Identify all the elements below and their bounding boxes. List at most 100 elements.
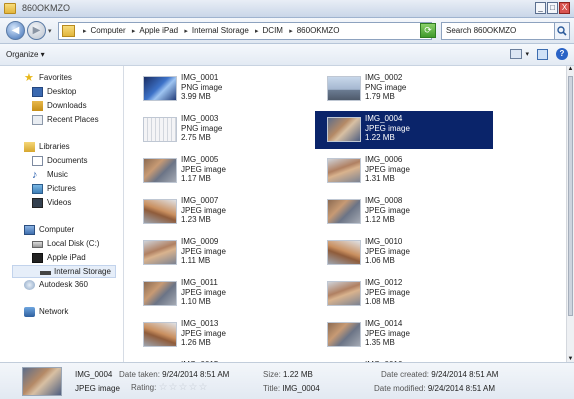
crumb-dcim[interactable]: DCIM — [263, 26, 283, 35]
file-name: IMG_0011 — [181, 278, 218, 287]
file-tile[interactable]: IMG_0010 JPEG image 1.06 MB — [315, 234, 493, 272]
star-icon: ★ — [24, 72, 34, 84]
forward-button[interactable]: ▶ — [27, 21, 46, 40]
breadcrumb[interactable]: ▸ Computer ▸ Apple iPad ▸ Internal Storage … — [58, 22, 432, 40]
nav-downloads[interactable]: Downloads — [32, 100, 114, 112]
file-type: JPEG image — [365, 328, 410, 338]
file-tile[interactable]: IMG_0004 JPEG image 1.22 MB — [315, 111, 493, 149]
file-meta: IMG_0013 JPEG image 1.26 MB — [181, 319, 226, 348]
file-name: IMG_0008 — [365, 196, 403, 205]
crumb-computer[interactable]: Computer — [91, 26, 126, 35]
preview-pane-icon[interactable] — [537, 48, 548, 60]
computer-icon — [24, 225, 35, 235]
nav-music[interactable]: ♪ Music — [32, 169, 114, 181]
file-size: 1.11 MB — [181, 256, 211, 265]
file-type: PNG image — [181, 123, 223, 133]
crumb-apple-ipad[interactable]: Apple iPad — [139, 26, 178, 35]
file-type: JPEG image — [181, 164, 226, 174]
search-placeholder: Search 860OKMZO — [446, 26, 517, 35]
search-icon[interactable] — [554, 22, 570, 40]
file-meta: IMG_0002 PNG image 1.79 MB — [365, 73, 406, 102]
file-tile[interactable]: IMG_0001 PNG image 3.99 MB — [131, 70, 309, 108]
organize-menu-button[interactable]: Organize ▾ — [6, 50, 45, 59]
network-icon — [24, 307, 35, 317]
details-rating[interactable]: Rating: ☆☆☆☆☆ — [131, 382, 208, 393]
file-thumbnail — [327, 158, 361, 183]
file-tile[interactable]: IMG_0008 JPEG image 1.12 MB — [315, 193, 493, 231]
nav-libraries[interactable]: Libraries — [24, 141, 114, 153]
crumb-current-folder[interactable]: 860OKMZO — [297, 26, 340, 35]
file-tile[interactable]: IMG_0002 PNG image 1.79 MB — [315, 70, 493, 108]
nav-apple-ipad[interactable]: Apple iPad — [32, 252, 114, 264]
nav-documents[interactable]: Documents — [32, 155, 114, 167]
file-tile[interactable]: IMG_0007 JPEG image 1.23 MB — [131, 193, 309, 231]
file-type: JPEG image — [181, 246, 226, 256]
file-meta: IMG_0004 JPEG image 1.22 MB — [365, 114, 410, 143]
scrollbar-thumb[interactable] — [568, 76, 573, 316]
file-tile[interactable]: IMG_0011 JPEG image 1.10 MB — [131, 275, 309, 313]
file-tile[interactable]: IMG_0006 JPEG image 1.31 MB — [315, 152, 493, 190]
window-controls: _ □ X — [534, 2, 570, 14]
vertical-scrollbar[interactable]: ▲ ▼ — [566, 66, 574, 362]
nav-favorites[interactable]: ★ Favorites — [24, 72, 114, 84]
file-size: 3.99 MB — [181, 92, 211, 101]
nav-autodesk-360[interactable]: Autodesk 360 — [24, 279, 114, 291]
search-input[interactable]: Search 860OKMZO — [441, 22, 570, 40]
file-name: IMG_0013 — [181, 319, 219, 328]
details-title[interactable]: Title: IMG_0004 — [263, 384, 320, 393]
file-type: JPEG image — [181, 287, 226, 297]
details-pane: IMG_0004 JPEG image Date taken: 9/24/201… — [0, 362, 574, 399]
file-type: JPEG image — [365, 205, 410, 215]
file-thumbnail — [143, 322, 177, 347]
nav-internal-storage[interactable]: Internal Storage — [12, 265, 116, 278]
details-file-name: IMG_0004 — [75, 370, 113, 379]
file-thumbnail — [327, 281, 361, 306]
file-tile[interactable]: IMG_0013 JPEG image 1.26 MB — [131, 316, 309, 354]
nav-local-disk[interactable]: Local Disk (C:) — [32, 238, 114, 250]
refresh-button[interactable]: ⟳ — [420, 23, 436, 38]
nav-computer[interactable]: Computer — [24, 224, 114, 236]
file-size: 2.75 MB — [181, 133, 211, 142]
recent-pages-dropdown[interactable]: ▾ — [48, 27, 52, 35]
file-tile[interactable]: IMG_0005 JPEG image 1.17 MB — [131, 152, 309, 190]
nav-desktop[interactable]: Desktop — [32, 86, 114, 98]
details-file-type: JPEG image — [75, 384, 120, 393]
close-button[interactable]: X — [559, 2, 570, 14]
nav-pictures[interactable]: Pictures — [32, 183, 114, 195]
file-tile[interactable]: IMG_0009 JPEG image 1.11 MB — [131, 234, 309, 272]
nav-recent-places[interactable]: Recent Places — [32, 114, 114, 126]
file-meta: IMG_0010 JPEG image 1.06 MB — [365, 237, 410, 266]
file-thumbnail — [143, 117, 177, 142]
scroll-up-icon[interactable]: ▲ — [567, 66, 574, 72]
file-tile[interactable]: IMG_0012 JPEG image 1.08 MB — [315, 275, 493, 313]
file-name: IMG_0003 — [181, 114, 219, 123]
minimize-button[interactable]: _ — [535, 2, 546, 14]
help-icon[interactable]: ? — [556, 48, 568, 60]
breadcrumb-folder-icon — [62, 25, 75, 37]
hard-disk-icon — [32, 241, 43, 248]
file-name: IMG_0014 — [365, 319, 403, 328]
file-tile[interactable]: IMG_0014 JPEG image 1.35 MB — [315, 316, 493, 354]
rating-stars-icon[interactable]: ☆☆☆☆☆ — [159, 382, 209, 393]
file-size: 1.31 MB — [365, 174, 395, 183]
file-meta: IMG_0008 JPEG image 1.12 MB — [365, 196, 410, 225]
file-thumbnail — [327, 240, 361, 265]
file-tile[interactable]: IMG_0003 PNG image 2.75 MB — [131, 111, 309, 149]
nav-videos[interactable]: Videos — [32, 197, 114, 209]
file-thumbnail — [327, 117, 361, 142]
file-thumbnail — [143, 158, 177, 183]
maximize-button[interactable]: □ — [547, 2, 558, 14]
cloud-drive-icon — [24, 280, 35, 290]
file-size: 1.23 MB — [181, 215, 211, 224]
videos-icon — [32, 198, 43, 208]
file-thumbnail — [143, 240, 177, 265]
file-size: 1.79 MB — [365, 92, 395, 101]
crumb-internal-storage[interactable]: Internal Storage — [192, 26, 249, 35]
view-dropdown-icon[interactable]: ▾ — [525, 50, 529, 58]
back-button[interactable]: ◀ — [6, 21, 25, 40]
file-name: IMG_0002 — [365, 73, 403, 82]
address-bar-row: ◀ ▶ ▾ ▸ Computer ▸ Apple iPad ▸ Internal St… — [0, 18, 574, 44]
folder-icon — [4, 3, 16, 14]
nav-network[interactable]: Network — [24, 306, 114, 318]
change-view-icon[interactable] — [510, 49, 523, 59]
